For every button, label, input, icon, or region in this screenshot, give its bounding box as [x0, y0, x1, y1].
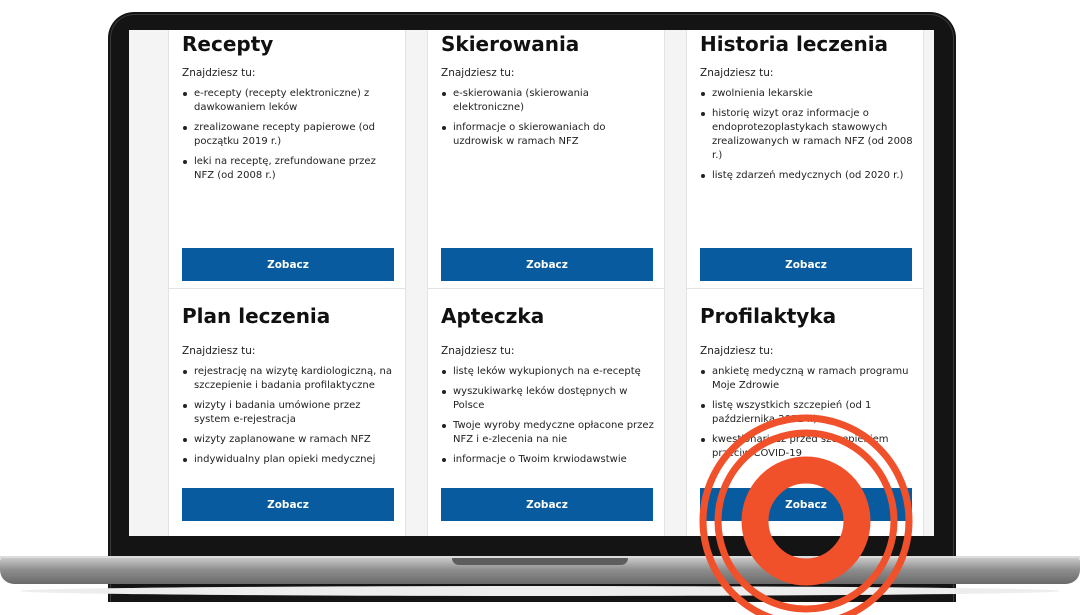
card-intro: Znajdziesz tu:	[441, 345, 515, 357]
zobacz-recepty-button[interactable]: Zobacz	[182, 248, 394, 281]
list-item: historię wizyt oraz informacje o endopro…	[700, 107, 915, 163]
list-item: wizyty zaplanowane w ramach NFZ	[182, 433, 397, 447]
list-item: leki na receptę, zrefundowane przez NFZ …	[182, 155, 397, 183]
list-item: wizyty i badania umówione przez system e…	[182, 399, 397, 427]
card-historia-leczenia: Historia leczenia Znajdziesz tu: zwolnie…	[686, 30, 924, 299]
list-item: zwolnienia lekarskie	[700, 87, 915, 101]
card-feature-list: zwolnienia lekarskie historię wizyt oraz…	[700, 87, 915, 189]
laptop-shadow	[20, 586, 1060, 596]
list-item: zrealizowane recepty papierowe (od począ…	[182, 121, 397, 149]
card-feature-list: listę leków wykupionych na e-receptę wys…	[441, 365, 656, 473]
card-title: Apteczka	[441, 304, 545, 328]
zobacz-historia-button[interactable]: Zobacz	[700, 248, 912, 281]
card-title: Historia leczenia	[700, 32, 889, 56]
list-item: listę leków wykupionych na e-receptę	[441, 365, 656, 379]
laptop-hinge-notch	[452, 558, 628, 565]
card-intro: Znajdziesz tu:	[182, 67, 256, 79]
list-item: indywidualny plan opieki medycznej	[182, 453, 397, 467]
card-apteczka: Apteczka Znajdziesz tu: listę leków wyku…	[427, 288, 665, 536]
card-intro: Znajdziesz tu:	[700, 345, 774, 357]
browser-viewport[interactable]: Recepty Znajdziesz tu: e-recepty (recept…	[129, 30, 934, 536]
card-intro: Znajdziesz tu:	[182, 345, 256, 357]
list-item: e-skierowania (skierowania elektroniczne…	[441, 87, 656, 115]
card-title: Skierowania	[441, 32, 580, 56]
list-item: informacje o Twoim krwiodawstwie	[441, 453, 656, 467]
zobacz-plan-button[interactable]: Zobacz	[182, 488, 394, 521]
card-profilaktyka: Profilaktyka Znajdziesz tu: ankietę medy…	[686, 288, 924, 536]
card-title: Plan leczenia	[182, 304, 331, 328]
card-intro: Znajdziesz tu:	[441, 67, 515, 79]
card-intro: Znajdziesz tu:	[700, 67, 774, 79]
card-feature-list: rejestrację na wizytę kardiologiczną, na…	[182, 365, 397, 473]
list-item: e-recepty (recepty elektroniczne) z dawk…	[182, 87, 397, 115]
card-plan-leczenia: Plan leczenia Znajdziesz tu: rejestrację…	[168, 288, 406, 536]
list-item: wyszukiwarkę leków dostępnych w Polsce	[441, 385, 656, 413]
zobacz-skierowania-button[interactable]: Zobacz	[441, 248, 653, 281]
card-feature-list: e-recepty (recepty elektroniczne) z dawk…	[182, 87, 397, 189]
list-item: ankietę medyczną w ramach programu Moje …	[700, 365, 915, 393]
zobacz-apteczka-button[interactable]: Zobacz	[441, 488, 653, 521]
card-recepty: Recepty Znajdziesz tu: e-recepty (recept…	[168, 30, 406, 299]
list-item: listę zdarzeń medycznych (od 2020 r.)	[700, 169, 915, 183]
card-skierowania: Skierowania Znajdziesz tu: e-skierowania…	[427, 30, 665, 299]
card-feature-list: ankietę medyczną w ramach programu Moje …	[700, 365, 915, 467]
list-item: informacje o skierowaniach do uzdrowisk …	[441, 121, 656, 149]
list-item: Twoje wyroby medyczne opłacone przez NFZ…	[441, 419, 656, 447]
list-item: listę wszystkich szczepień (od 1 paździe…	[700, 399, 915, 427]
card-title: Recepty	[182, 32, 274, 56]
list-item: kwestionariusz przed szczepieniem przeci…	[700, 433, 915, 461]
zobacz-profilaktyka-button[interactable]: Zobacz	[700, 488, 912, 521]
card-title: Profilaktyka	[700, 304, 837, 328]
card-feature-list: e-skierowania (skierowania elektroniczne…	[441, 87, 656, 155]
list-item: rejestrację na wizytę kardiologiczną, na…	[182, 365, 397, 393]
